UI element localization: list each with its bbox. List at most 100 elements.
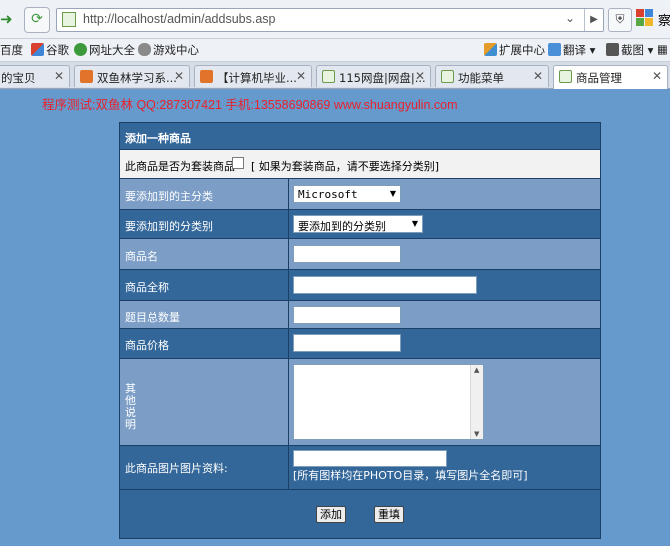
form-actions-row: 添加 重填 bbox=[120, 490, 600, 538]
set-question-label: 此商品是否为套装商品 bbox=[125, 160, 235, 173]
translate-icon bbox=[548, 43, 561, 56]
shield-icon: ⛨ bbox=[615, 12, 625, 26]
refresh-icon: ⟳ bbox=[31, 11, 43, 27]
image-hint-text: [所有图样均在PHOTO目录，填写图片全名即可] bbox=[293, 469, 528, 482]
tab-label: 双鱼林学习系... bbox=[97, 71, 177, 85]
bookmark-site-nav[interactable]: 网址大全 bbox=[74, 42, 135, 58]
extension-cube-icon bbox=[484, 43, 497, 56]
set-note-text: [ 如果为套装商品，请不要选择分类别] bbox=[251, 160, 440, 173]
refresh-button[interactable]: ⟳ bbox=[24, 7, 50, 33]
bookmark-baidu[interactable]: 百度 bbox=[0, 42, 23, 58]
question-count-input[interactable] bbox=[293, 306, 401, 324]
chevron-down-icon: ▼ bbox=[411, 219, 419, 228]
add-product-form: 添加一种商品 此商品是否为套装商品 [ 如果为套装商品，请不要选择分类别] 要添… bbox=[119, 122, 601, 539]
close-icon[interactable]: ✕ bbox=[533, 69, 543, 83]
url-path: /admin/addsubs.asp bbox=[163, 12, 276, 26]
image-label: 此商品图片图片资料: bbox=[125, 462, 228, 475]
gamepad-icon bbox=[138, 43, 151, 56]
screenshot-button[interactable]: 截图 ▾ bbox=[606, 42, 653, 58]
name-label: 商品名 bbox=[125, 250, 158, 263]
scroll-down-icon[interactable]: ▼ bbox=[474, 430, 479, 438]
main-category-select[interactable]: Microsoft ▼ bbox=[293, 185, 401, 203]
main-category-label: 要添加到的主分类 bbox=[125, 190, 213, 203]
close-icon[interactable]: ✕ bbox=[415, 69, 425, 83]
price-row: 商品价格 bbox=[120, 329, 600, 358]
google-icon bbox=[31, 43, 44, 56]
page-content: 程序测试:双鱼林 QQ:287307421 手机:13558690869 www… bbox=[0, 89, 670, 546]
extra-grid-icon[interactable]: ▦ bbox=[657, 42, 668, 56]
tab-label: 的宝贝 bbox=[1, 71, 36, 85]
product-name-input[interactable] bbox=[293, 245, 401, 263]
close-icon[interactable]: ✕ bbox=[652, 69, 662, 83]
scroll-up-icon[interactable]: ▲ bbox=[474, 366, 479, 374]
price-input[interactable] bbox=[293, 334, 401, 352]
page-icon bbox=[62, 12, 76, 27]
go-arrow-icon[interactable]: ▶ bbox=[584, 9, 603, 31]
tab-4[interactable]: 功能菜单 ✕ bbox=[435, 65, 549, 87]
name-row: 商品名 bbox=[120, 239, 600, 269]
tab-3[interactable]: 115网盘|网盘|... ✕ bbox=[316, 65, 431, 87]
other-notes-label: 其他说明 bbox=[125, 382, 136, 431]
bookmark-label: 截图 bbox=[621, 43, 644, 57]
add-button[interactable]: 添加 bbox=[316, 506, 346, 523]
fullname-row: 商品全称 bbox=[120, 270, 600, 300]
form-title-row: 添加一种商品 bbox=[120, 123, 600, 149]
google-apps-icon[interactable] bbox=[636, 9, 654, 27]
url-bar[interactable]: http://localhost/admin/addsubs.asp ⌄ ▶ bbox=[56, 8, 604, 32]
tab-favicon-icon bbox=[441, 70, 454, 83]
address-toolbar: ➜ ⟳ http://localhost/admin/addsubs.asp ⌄… bbox=[0, 0, 670, 39]
fullname-label: 商品全称 bbox=[125, 281, 169, 294]
product-fullname-input[interactable] bbox=[293, 276, 477, 294]
tab-1[interactable]: 双鱼林学习系... ✕ bbox=[74, 65, 190, 87]
set-product-row: 此商品是否为套装商品 [ 如果为套装商品，请不要选择分类别] bbox=[120, 150, 600, 178]
tab-favicon-icon bbox=[559, 70, 572, 83]
tab-label: 功能菜单 bbox=[458, 71, 504, 85]
partial-label: 察 bbox=[658, 14, 670, 29]
close-icon[interactable]: ✕ bbox=[296, 69, 306, 83]
image-row: 此商品图片图片资料: [所有图样均在PHOTO目录，填写图片全名即可] bbox=[120, 446, 600, 489]
textarea-scrollbar[interactable]: ▲ ▼ bbox=[470, 365, 483, 439]
main-category-value: Microsoft bbox=[298, 188, 358, 201]
forward-arrow-icon[interactable]: ➜ bbox=[0, 9, 14, 29]
bookmark-label: 谷歌 bbox=[46, 43, 69, 57]
bookmark-game-center[interactable]: 游戏中心 bbox=[138, 42, 199, 58]
price-label: 商品价格 bbox=[125, 339, 169, 352]
bookmark-google[interactable]: 谷歌 bbox=[31, 42, 69, 58]
close-icon[interactable]: ✕ bbox=[174, 69, 184, 83]
form-title: 添加一种商品 bbox=[125, 132, 191, 145]
bookmark-label: 翻译 bbox=[563, 43, 586, 57]
bookmarks-bar: 百度 谷歌 网址大全 游戏中心 扩展中心 翻译 ▾ 截图 ▾ ▦ bbox=[0, 39, 670, 62]
tab-favicon-icon bbox=[80, 70, 93, 83]
tab-strip: 的宝贝 ✕ 双鱼林学习系... ✕ 【计算机毕业... ✕ 115网盘|网盘|.… bbox=[0, 62, 670, 89]
close-icon[interactable]: ✕ bbox=[54, 69, 64, 83]
other-notes-row: 其他说明 ▲ ▼ bbox=[120, 359, 600, 445]
bookmark-label: 游戏中心 bbox=[153, 43, 199, 57]
sub-category-label: 要添加到的分类别 bbox=[125, 220, 213, 233]
extensions-center-button[interactable]: 扩展中心 bbox=[484, 42, 545, 58]
security-shield-button[interactable]: ⛨ bbox=[608, 8, 632, 32]
sub-category-value: 要添加到的分类别 bbox=[298, 220, 386, 233]
url-host: http://localhost bbox=[83, 12, 164, 26]
translate-button[interactable]: 翻译 ▾ bbox=[548, 42, 595, 58]
tab-0[interactable]: 的宝贝 ✕ bbox=[0, 65, 70, 87]
url-dropdown-icon[interactable]: ⌄ bbox=[565, 11, 575, 25]
other-notes-textarea[interactable]: ▲ ▼ bbox=[293, 364, 484, 440]
tab-favicon-icon bbox=[200, 70, 213, 83]
bookmark-label: 扩展中心 bbox=[499, 43, 545, 57]
bookmark-label: 网址大全 bbox=[89, 43, 135, 57]
reset-button[interactable]: 重填 bbox=[374, 506, 404, 523]
tab-5-active[interactable]: 商品管理 ✕ bbox=[553, 65, 668, 89]
sub-category-select[interactable]: 要添加到的分类别 ▼ bbox=[293, 215, 423, 233]
scissors-icon bbox=[606, 43, 619, 56]
main-category-row: 要添加到的主分类 Microsoft ▼ bbox=[120, 179, 600, 209]
tab-label: 【计算机毕业... bbox=[217, 71, 297, 85]
tab-favicon-icon bbox=[322, 70, 335, 83]
tab-2[interactable]: 【计算机毕业... ✕ bbox=[194, 65, 312, 87]
chevron-down-icon: ▼ bbox=[389, 189, 397, 198]
tab-label: 商品管理 bbox=[576, 71, 622, 85]
image-filename-input[interactable] bbox=[293, 450, 447, 467]
sub-category-row: 要添加到的分类别 要添加到的分类别 ▼ bbox=[120, 210, 600, 238]
tab-label: 115网盘|网盘|... bbox=[339, 71, 426, 85]
set-product-checkbox[interactable] bbox=[232, 157, 244, 169]
question-count-row: 题目总数量 bbox=[120, 301, 600, 328]
